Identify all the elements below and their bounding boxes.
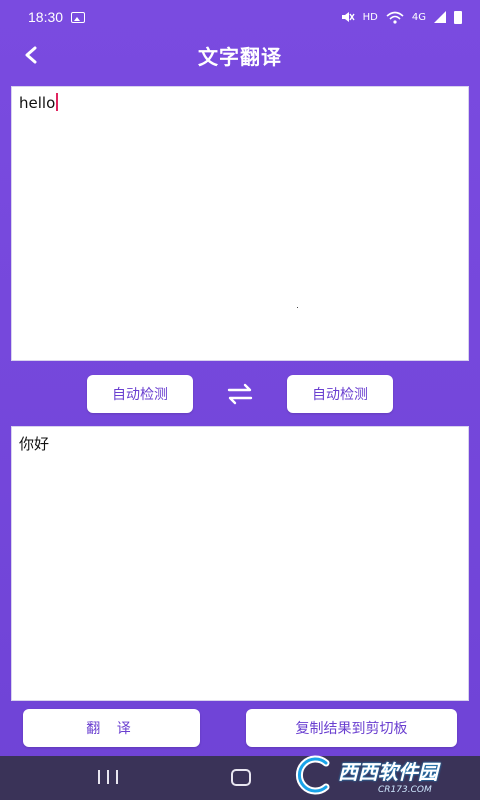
status-indicators: HD 4G [341, 10, 462, 24]
battery-icon [454, 10, 462, 24]
recent-bar-icon [116, 770, 118, 784]
mute-icon [341, 12, 355, 22]
status-time: 18:30 [28, 9, 64, 25]
source-text-input[interactable]: hello [11, 86, 469, 361]
recent-bar-icon [98, 770, 100, 784]
copy-result-button[interactable]: 复制结果到剪切板 [246, 709, 457, 747]
chevron-left-icon [25, 46, 37, 64]
back-button[interactable] [16, 40, 46, 70]
watermark-main-text: 西西软件园 [338, 759, 438, 784]
watermark-text: 西西软件园 CR173.COM [338, 756, 438, 795]
page-title: 文字翻译 [198, 44, 282, 69]
language-selector-row: 自动检测 自动检测 [0, 375, 480, 413]
hd-label: HD [362, 11, 378, 23]
target-language-button[interactable]: 自动检测 [287, 375, 393, 413]
status-bar: 18:30 HD 4G [0, 0, 480, 34]
source-language-button[interactable]: 自动检测 [87, 375, 193, 413]
source-text: hello [19, 94, 56, 112]
signal-icon [434, 11, 446, 23]
swap-icon [227, 383, 253, 405]
swap-languages-button[interactable] [226, 383, 254, 405]
source-text-wrap: hello [19, 93, 58, 112]
recent-bar-icon [107, 770, 109, 784]
watermark: 西西软件园 CR173.COM [290, 752, 470, 798]
image-notification-icon [71, 11, 86, 23]
home-button[interactable] [231, 769, 251, 786]
recent-apps-button[interactable] [98, 770, 118, 786]
translation-result-area[interactable]: 你好 [11, 426, 469, 701]
text-cursor [56, 93, 58, 111]
wifi-icon [386, 11, 404, 24]
network-label: 4G [411, 11, 426, 23]
app-bar: 文字翻译 [0, 34, 480, 76]
watermark-sub-text: CR173.COM [378, 784, 432, 795]
watermark-logo-icon [295, 755, 330, 795]
translation-text: 你好 [19, 435, 50, 453]
translate-button[interactable]: 翻 译 [23, 709, 200, 747]
speck [297, 307, 298, 308]
